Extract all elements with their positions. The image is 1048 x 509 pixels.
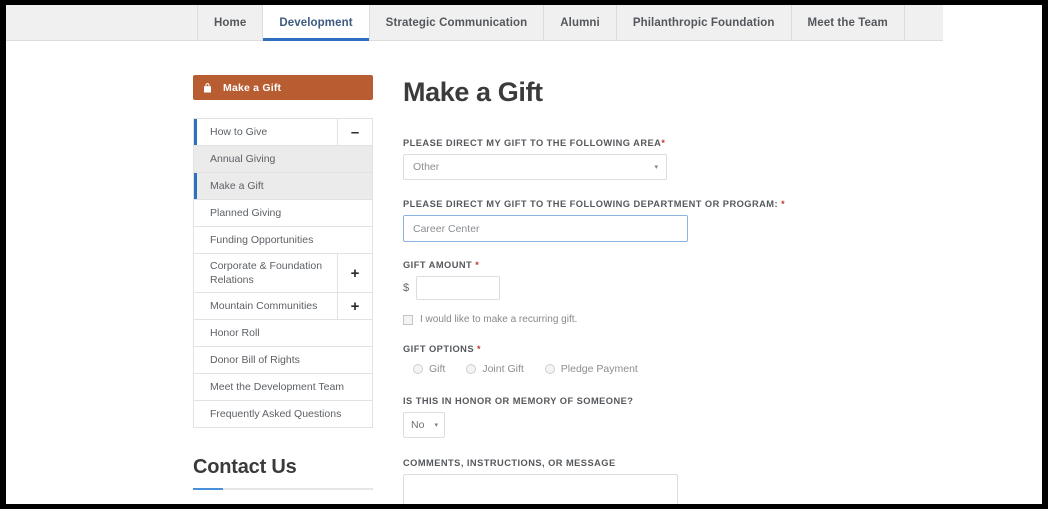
gift-options-radio-group: Gift Joint Gift Pledge Payment xyxy=(413,363,823,375)
sidebar-item-frequently-asked-questions[interactable]: Frequently Asked Questions xyxy=(194,401,372,429)
sidebar-item-how-to-give[interactable]: How to Give – xyxy=(194,119,372,146)
sidebar-item-mountain-communities-label: Mountain Communities xyxy=(210,300,318,313)
sidebar-item-funding-opportunities-label: Funding Opportunities xyxy=(210,233,314,246)
amount-required-marker: * xyxy=(475,260,480,270)
sidebar-item-how-to-give-label: How to Give xyxy=(210,125,268,138)
area-field-label-text: PLEASE DIRECT MY GIFT TO THE FOLLOWING A… xyxy=(403,138,662,148)
page-title: Make a Gift xyxy=(403,77,543,107)
department-field-label-text: PLEASE DIRECT MY GIFT TO THE FOLLOWING D… xyxy=(403,199,779,209)
radio-button-gift[interactable] xyxy=(413,364,423,374)
radio-option-gift[interactable]: Gift xyxy=(413,363,445,375)
amount-row: $ xyxy=(403,276,823,300)
gift-options-label-text: GIFT OPTIONS xyxy=(403,344,474,354)
sidebar-item-meet-the-development-team[interactable]: Meet the Development Team xyxy=(194,374,372,402)
department-field-label: PLEASE DIRECT MY GIFT TO THE FOLLOWING D… xyxy=(403,199,823,209)
nav-item-meet-the-team[interactable]: Meet the Team xyxy=(791,5,905,40)
nav-item-home[interactable]: Home xyxy=(198,5,264,40)
contact-us-divider xyxy=(193,488,373,491)
amount-field-label: GIFT AMOUNT * xyxy=(403,260,823,270)
chevron-down-icon-area: ▾ xyxy=(654,164,658,171)
sidebar-item-corporate-foundation-relations[interactable]: Corporate & Foundation Relations + xyxy=(194,254,372,294)
honor-select[interactable]: No ▾ xyxy=(403,412,445,438)
amount-input[interactable] xyxy=(416,276,501,300)
radio-button-joint-gift[interactable] xyxy=(466,364,477,374)
sidebar-item-annual-giving-label: Annual Giving xyxy=(210,152,276,165)
honor-select-value: No xyxy=(411,419,425,431)
minus-icon-how-to-give[interactable]: – xyxy=(337,119,372,145)
contact-us-heading: Contact Us xyxy=(193,456,297,479)
sidebar-item-planned-giving[interactable]: Planned Giving xyxy=(194,200,372,227)
radio-label-pledge-payment: Pledge Payment xyxy=(560,363,638,375)
area-field-label: PLEASE DIRECT MY GIFT TO THE FOLLOWING A… xyxy=(403,138,823,148)
nav-item-alumni[interactable]: Alumni xyxy=(544,5,617,40)
area-required-marker: * xyxy=(661,138,666,148)
sidebar-item-annual-giving[interactable]: Annual Giving xyxy=(194,146,372,173)
sidebar-item-mountain-communities[interactable]: Mountain Communities + xyxy=(194,293,372,321)
comments-field-label: COMMENTS, INSTRUCTIONS, OR MESSAGE xyxy=(403,458,616,468)
sidebar-item-donor-bill-of-rights-label: Donor Bill of Rights xyxy=(210,354,300,367)
make-a-gift-button-label: Make a Gift xyxy=(223,81,282,94)
nav-item-development[interactable]: Development xyxy=(263,5,370,41)
plus-icon-corporate-foundation-relations[interactable]: + xyxy=(337,254,372,293)
browser-page: Home Development Strategic Communication… xyxy=(6,5,1042,504)
sidebar: Make a Gift How to Give – Annual Giving … xyxy=(193,75,373,504)
sidebar-item-make-a-gift-label: Make a Gift xyxy=(210,179,264,192)
radio-option-joint-gift[interactable]: Joint Gift xyxy=(466,363,524,375)
gift-options-label: GIFT OPTIONS * xyxy=(403,344,823,354)
chevron-down-icon-honor: ▾ xyxy=(434,422,438,429)
page-body: Make a Gift How to Give – Annual Giving … xyxy=(6,41,1042,504)
nav-left-spacer xyxy=(6,5,198,40)
radio-button-pledge-payment[interactable] xyxy=(544,364,555,374)
sidebar-item-frequently-asked-questions-label: Frequently Asked Questions xyxy=(210,408,342,421)
gift-bag-icon xyxy=(203,82,212,93)
recurring-gift-label: I would like to make a recurring gift. xyxy=(420,314,578,325)
nav-item-philanthropic-foundation[interactable]: Philanthropic Foundation xyxy=(616,5,792,40)
radio-option-pledge-payment[interactable]: Pledge Payment xyxy=(544,363,638,375)
sidebar-item-funding-opportunities[interactable]: Funding Opportunities xyxy=(194,227,372,254)
sidebar-item-planned-giving-label: Planned Giving xyxy=(210,206,282,219)
comments-textarea[interactable] xyxy=(403,474,678,504)
sidebar-item-honor-roll-label: Honor Roll xyxy=(210,327,260,340)
recurring-gift-checkbox[interactable] xyxy=(403,314,413,325)
department-input[interactable]: Career Center xyxy=(403,215,688,242)
make-a-gift-button[interactable]: Make a Gift xyxy=(193,75,373,100)
amount-field-label-text: GIFT AMOUNT xyxy=(403,260,473,270)
nav-item-strategic-communication[interactable]: Strategic Communication xyxy=(369,5,545,40)
department-input-value: Career Center xyxy=(413,222,480,235)
radio-label-gift: Gift xyxy=(429,363,446,375)
main-navigation: Home Development Strategic Communication… xyxy=(6,5,943,41)
gift-options-required-marker: * xyxy=(477,344,481,354)
sidebar-item-donor-bill-of-rights[interactable]: Donor Bill of Rights xyxy=(194,347,372,375)
honor-field-label: IS THIS IN HONOR OR MEMORY OF SOMEONE? xyxy=(403,396,634,406)
sidebar-item-honor-roll[interactable]: Honor Roll xyxy=(194,320,372,348)
nav-right-spacer xyxy=(904,5,943,40)
sidebar-item-meet-the-development-team-label: Meet the Development Team xyxy=(210,381,345,394)
recurring-gift-row[interactable]: I would like to make a recurring gift. xyxy=(403,314,823,325)
radio-label-joint-gift: Joint Gift xyxy=(482,363,524,375)
sidebar-menu: How to Give – Annual Giving Make a Gift … xyxy=(193,118,373,429)
sidebar-item-corporate-foundation-relations-label: Corporate & Foundation Relations xyxy=(210,260,323,287)
make-a-gift-form: Make a Gift PLEASE DIRECT MY GIFT TO THE… xyxy=(403,77,823,504)
area-select[interactable]: Other ▾ xyxy=(403,154,667,180)
currency-symbol: $ xyxy=(403,282,410,294)
sidebar-item-make-a-gift[interactable]: Make a Gift xyxy=(194,173,372,200)
plus-icon-mountain-communities[interactable]: + xyxy=(337,293,372,320)
department-required-marker: * xyxy=(781,199,786,209)
area-select-value: Other xyxy=(413,161,440,173)
